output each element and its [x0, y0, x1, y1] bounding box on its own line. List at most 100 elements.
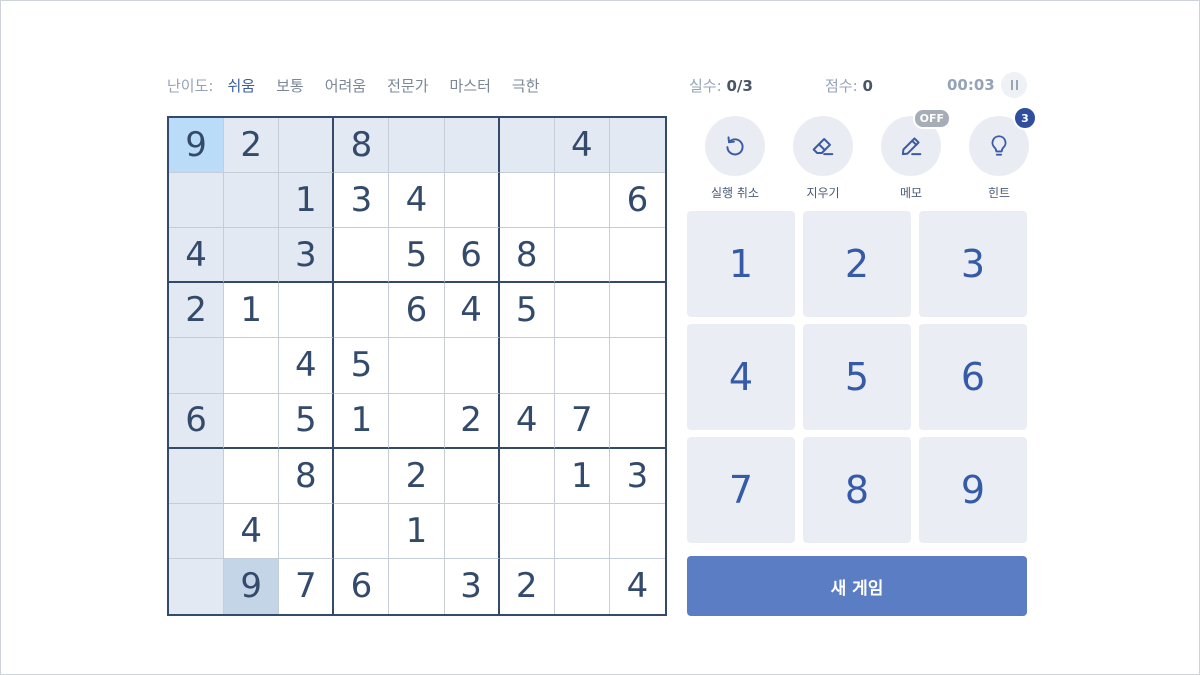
board-cell-r4-c5[interactable]: 6: [389, 283, 445, 339]
board-cell-r3-c7[interactable]: 8: [499, 228, 555, 284]
difficulty-medium[interactable]: 보통: [276, 75, 304, 96]
pause-button[interactable]: [1001, 72, 1027, 98]
board-cell-r5-c3[interactable]: 4: [279, 338, 335, 394]
board-cell-r3-c1[interactable]: 4: [169, 228, 225, 284]
board-cell-r5-c4[interactable]: 5: [334, 338, 390, 394]
board-cell-r2-c5[interactable]: 4: [389, 173, 445, 229]
board-cell-r2-c1[interactable]: [169, 173, 225, 229]
board-cell-r7-c3[interactable]: 8: [279, 448, 335, 504]
board-cell-r5-c1[interactable]: [169, 338, 225, 394]
board-cell-r6-c6[interactable]: 2: [444, 393, 500, 449]
board-cell-r7-c8[interactable]: 1: [554, 448, 610, 504]
board-cell-r9-c9[interactable]: 4: [609, 558, 665, 614]
board-cell-r7-c2[interactable]: [224, 448, 280, 504]
board-cell-r8-c1[interactable]: [169, 503, 225, 559]
board-cell-r3-c4[interactable]: [334, 228, 390, 284]
board-cell-r9-c5[interactable]: [389, 558, 445, 614]
board-cell-r1-c7[interactable]: [499, 118, 555, 174]
board-cell-r8-c8[interactable]: [554, 503, 610, 559]
board-cell-r1-c4[interactable]: 8: [334, 118, 390, 174]
board-cell-r1-c2[interactable]: 2: [224, 118, 280, 174]
board-cell-r6-c7[interactable]: 4: [499, 393, 555, 449]
board-cell-r6-c2[interactable]: [224, 393, 280, 449]
board-cell-r1-c5[interactable]: [389, 118, 445, 174]
numpad-key-2[interactable]: 2: [803, 211, 911, 317]
board-cell-r3-c2[interactable]: [224, 228, 280, 284]
numpad-key-1[interactable]: 1: [687, 211, 795, 317]
board-cell-r5-c7[interactable]: [499, 338, 555, 394]
board-cell-r9-c8[interactable]: [554, 558, 610, 614]
board-cell-r2-c8[interactable]: [554, 173, 610, 229]
board-cell-r3-c9[interactable]: [609, 228, 665, 284]
board-cell-r9-c4[interactable]: 6: [334, 558, 390, 614]
difficulty-master[interactable]: 마스터: [450, 75, 491, 96]
new-game-button[interactable]: 새 게임: [687, 556, 1027, 616]
board-cell-r8-c4[interactable]: [334, 503, 390, 559]
notes-button[interactable]: OFF: [881, 108, 951, 176]
board-cell-r7-c1[interactable]: [169, 448, 225, 504]
board-cell-r9-c2[interactable]: 9: [224, 558, 280, 614]
board-cell-r8-c2[interactable]: 4: [224, 503, 280, 559]
board-cell-r9-c1[interactable]: [169, 558, 225, 614]
board-cell-r2-c7[interactable]: [499, 173, 555, 229]
board-cell-r1-c8[interactable]: 4: [554, 118, 610, 174]
board-cell-r5-c9[interactable]: [609, 338, 665, 394]
board-cell-r5-c8[interactable]: [554, 338, 610, 394]
board-cell-r6-c4[interactable]: 1: [334, 393, 390, 449]
numpad-key-3[interactable]: 3: [919, 211, 1027, 317]
hint-tool[interactable]: 3 힌트: [959, 106, 1039, 201]
board-cell-r9-c3[interactable]: 7: [279, 558, 335, 614]
board-cell-r3-c3[interactable]: 3: [279, 228, 335, 284]
undo-button[interactable]: [705, 116, 765, 176]
board-cell-r3-c5[interactable]: 5: [389, 228, 445, 284]
board-cell-r6-c1[interactable]: 6: [169, 393, 225, 449]
board-cell-r2-c9[interactable]: 6: [609, 173, 665, 229]
board-cell-r3-c8[interactable]: [554, 228, 610, 284]
board-cell-r4-c4[interactable]: [334, 283, 390, 339]
hint-button[interactable]: 3: [969, 106, 1037, 176]
difficulty-extreme[interactable]: 극한: [512, 75, 540, 96]
board-cell-r2-c6[interactable]: [444, 173, 500, 229]
board-cell-r9-c7[interactable]: 2: [499, 558, 555, 614]
board-cell-r4-c6[interactable]: 4: [444, 283, 500, 339]
board-cell-r4-c1[interactable]: 2: [169, 283, 225, 339]
undo-tool[interactable]: 실행 취소: [695, 116, 775, 201]
board-cell-r1-c9[interactable]: [609, 118, 665, 174]
board-cell-r2-c2[interactable]: [224, 173, 280, 229]
notes-tool[interactable]: OFF 메모: [871, 108, 951, 201]
board-cell-r6-c9[interactable]: [609, 393, 665, 449]
board-cell-r2-c4[interactable]: 3: [334, 173, 390, 229]
erase-button[interactable]: [793, 116, 853, 176]
numpad-key-7[interactable]: 7: [687, 437, 795, 543]
board-cell-r6-c5[interactable]: [389, 393, 445, 449]
board-cell-r8-c3[interactable]: [279, 503, 335, 559]
board-cell-r7-c5[interactable]: 2: [389, 448, 445, 504]
numpad-key-8[interactable]: 8: [803, 437, 911, 543]
difficulty-hard[interactable]: 어려움: [325, 75, 366, 96]
board-cell-r1-c6[interactable]: [444, 118, 500, 174]
board-cell-r7-c7[interactable]: [499, 448, 555, 504]
difficulty-expert[interactable]: 전문가: [387, 75, 428, 96]
numpad-key-4[interactable]: 4: [687, 324, 795, 430]
board-cell-r4-c8[interactable]: [554, 283, 610, 339]
board-cell-r6-c8[interactable]: 7: [554, 393, 610, 449]
board-cell-r2-c3[interactable]: 1: [279, 173, 335, 229]
board-cell-r8-c6[interactable]: [444, 503, 500, 559]
difficulty-easy[interactable]: 쉬움: [227, 75, 255, 96]
board-cell-r5-c2[interactable]: [224, 338, 280, 394]
board-cell-r7-c9[interactable]: 3: [609, 448, 665, 504]
board-cell-r9-c6[interactable]: 3: [444, 558, 500, 614]
board-cell-r4-c7[interactable]: 5: [499, 283, 555, 339]
board-cell-r4-c2[interactable]: 1: [224, 283, 280, 339]
board-cell-r7-c6[interactable]: [444, 448, 500, 504]
numpad-key-6[interactable]: 6: [919, 324, 1027, 430]
board-cell-r8-c7[interactable]: [499, 503, 555, 559]
board-cell-r3-c6[interactable]: 6: [444, 228, 500, 284]
board-cell-r6-c3[interactable]: 5: [279, 393, 335, 449]
board-cell-r8-c5[interactable]: 1: [389, 503, 445, 559]
numpad-key-9[interactable]: 9: [919, 437, 1027, 543]
board-cell-r7-c4[interactable]: [334, 448, 390, 504]
board-cell-r4-c3[interactable]: [279, 283, 335, 339]
numpad-key-5[interactable]: 5: [803, 324, 911, 430]
board-cell-r5-c5[interactable]: [389, 338, 445, 394]
